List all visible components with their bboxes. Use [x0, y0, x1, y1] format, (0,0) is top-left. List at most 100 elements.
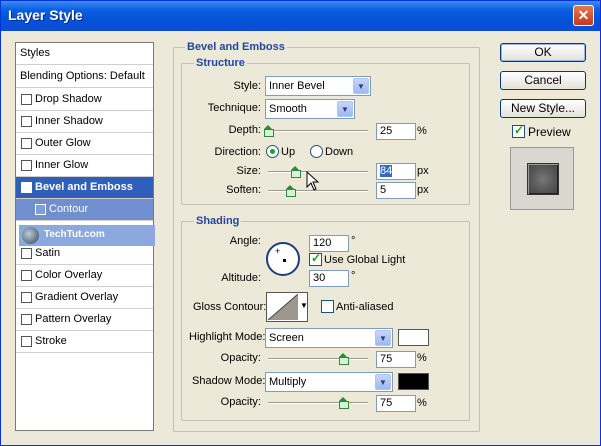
chevron-down-icon: ▼	[337, 101, 353, 117]
shading-title: Shading	[194, 215, 242, 227]
depth-label: Depth:	[228, 124, 261, 136]
anti-aliased-label[interactable]: Anti-aliased	[336, 301, 393, 313]
soften-input[interactable]: 5	[376, 182, 416, 199]
new-style-button[interactable]: New Style...	[500, 99, 586, 118]
highlight-mode-select[interactable]: Screen ▼	[265, 328, 393, 348]
check-icon: ✓	[311, 251, 322, 265]
techtut-logo-icon	[22, 227, 39, 244]
highlight-opacity-label: Opacity:	[220, 352, 261, 364]
style-item-checkbox[interactable]: ✓	[21, 182, 32, 196]
style-item-label: Pattern Overlay	[35, 313, 112, 325]
highlight-opacity-slider[interactable]	[268, 358, 368, 360]
angle-input[interactable]: 120	[309, 235, 349, 252]
style-item-gradient-overlay[interactable]: Gradient Overlay	[16, 287, 153, 309]
shadow-color-swatch[interactable]	[398, 373, 429, 390]
technique-select[interactable]: Smooth ▼	[265, 99, 355, 119]
style-item-checkbox[interactable]	[21, 94, 32, 105]
angle-label: Angle:	[229, 235, 261, 247]
close-button[interactable]: ✕	[573, 5, 594, 26]
highlight-color-swatch[interactable]	[398, 329, 429, 346]
highlight-opacity-input[interactable]: 75	[376, 351, 416, 368]
depth-slider[interactable]	[268, 130, 368, 132]
chevron-down-icon: ▼	[353, 78, 369, 94]
structure-title: Structure	[194, 57, 247, 69]
style-preview	[510, 147, 574, 210]
gloss-contour-label: Gloss Contour:	[193, 301, 267, 313]
altitude-input[interactable]: 30	[309, 270, 349, 287]
shadow-mode-label: Shadow Mode:	[192, 375, 266, 387]
soften-unit: px	[417, 184, 429, 196]
depth-slider-thumb[interactable]	[264, 125, 274, 137]
check-icon: ✓	[514, 123, 525, 137]
check-icon: ✓	[23, 185, 32, 196]
size-input[interactable]: 84	[376, 163, 416, 180]
use-global-light-label[interactable]: Use Global Light	[324, 254, 405, 266]
blending-options-item[interactable]: Blending Options: Default	[16, 66, 153, 88]
highlight-mode-value: Screen	[269, 332, 304, 344]
style-item-outer-glow[interactable]: Outer Glow	[16, 133, 153, 155]
style-item-checkbox[interactable]	[21, 336, 32, 347]
title-bar[interactable]: Layer Style ✕	[1, 1, 600, 31]
style-item-inner-shadow[interactable]: Inner Shadow	[16, 111, 153, 133]
cancel-button[interactable]: Cancel	[500, 71, 586, 90]
shadow-mode-select[interactable]: Multiply ▼	[265, 372, 393, 392]
shadow-opacity-label: Opacity:	[220, 396, 261, 408]
style-item-contour[interactable]: Contour	[16, 199, 153, 221]
style-item-label: Contour	[49, 203, 89, 215]
anti-aliased-checkbox[interactable]	[321, 300, 334, 313]
shadow-opacity-slider[interactable]	[268, 402, 368, 404]
style-item-checkbox[interactable]	[21, 138, 32, 149]
direction-up-radio[interactable]	[266, 145, 279, 158]
style-item-checkbox[interactable]	[21, 270, 32, 281]
ok-button[interactable]: OK	[500, 43, 586, 62]
style-item-checkbox[interactable]	[21, 248, 32, 259]
altitude-label: Altitude:	[221, 272, 261, 284]
gloss-contour-picker[interactable]: ▼	[266, 292, 308, 322]
style-item-checkbox[interactable]	[21, 292, 32, 303]
use-global-light-checkbox[interactable]: ✓	[309, 251, 322, 266]
style-item-bevel-and-emboss[interactable]: ✓ Bevel and Emboss	[16, 177, 153, 199]
style-item-inner-glow[interactable]: Inner Glow	[16, 155, 153, 177]
shadow-mode-value: Multiply	[269, 376, 307, 388]
shadow-opacity-slider-thumb[interactable]	[339, 397, 349, 409]
angle-value: 120	[313, 237, 332, 249]
bevel-emboss-title: Bevel and Emboss	[185, 41, 287, 53]
depth-unit: %	[417, 125, 427, 137]
highlight-opacity-slider-thumb[interactable]	[339, 353, 349, 365]
direction-down-radio[interactable]	[310, 145, 323, 158]
size-slider-thumb[interactable]	[291, 166, 301, 178]
highlight-opacity-unit: %	[417, 352, 427, 364]
gloss-contour-curve-icon	[268, 294, 298, 320]
style-item-drop-shadow[interactable]: Drop Shadow	[16, 89, 153, 111]
shadow-opacity-input[interactable]: 75	[376, 395, 416, 412]
style-item-checkbox[interactable]	[21, 116, 32, 127]
size-value: 84	[380, 165, 393, 177]
mouse-pointer-icon	[306, 171, 320, 191]
style-label: Style:	[233, 80, 261, 92]
angle-dial[interactable]: +	[266, 242, 300, 276]
angle-crosshair-icon: +	[275, 246, 281, 256]
altitude-value: 30	[313, 272, 326, 284]
style-item-stroke[interactable]: Stroke	[16, 331, 153, 353]
style-item-satin[interactable]: Satin	[16, 243, 153, 265]
size-label: Size:	[236, 165, 261, 177]
direction-label: Direction:	[214, 146, 261, 158]
size-unit: px	[417, 165, 429, 177]
style-item-color-overlay[interactable]: Color Overlay	[16, 265, 153, 287]
direction-down-label[interactable]: Down	[325, 146, 353, 158]
preview-checkbox[interactable]: ✓	[512, 123, 525, 138]
angle-center-dot	[283, 259, 286, 262]
style-item-pattern-overlay[interactable]: Pattern Overlay	[16, 309, 153, 331]
style-item-checkbox[interactable]	[21, 160, 32, 171]
style-item-label: Gradient Overlay	[35, 291, 119, 303]
style-select[interactable]: Inner Bevel ▼	[265, 76, 371, 96]
styles-header[interactable]: Styles	[16, 43, 153, 65]
preview-label[interactable]: Preview	[528, 125, 571, 139]
soften-slider-thumb[interactable]	[286, 185, 296, 197]
depth-input[interactable]: 25	[376, 123, 416, 140]
style-item-label: Inner Glow	[35, 159, 89, 171]
style-item-checkbox[interactable]	[21, 314, 32, 325]
direction-up-label[interactable]: Up	[281, 146, 295, 158]
chevron-down-icon: ▼	[300, 301, 308, 310]
style-item-checkbox[interactable]	[35, 204, 46, 215]
